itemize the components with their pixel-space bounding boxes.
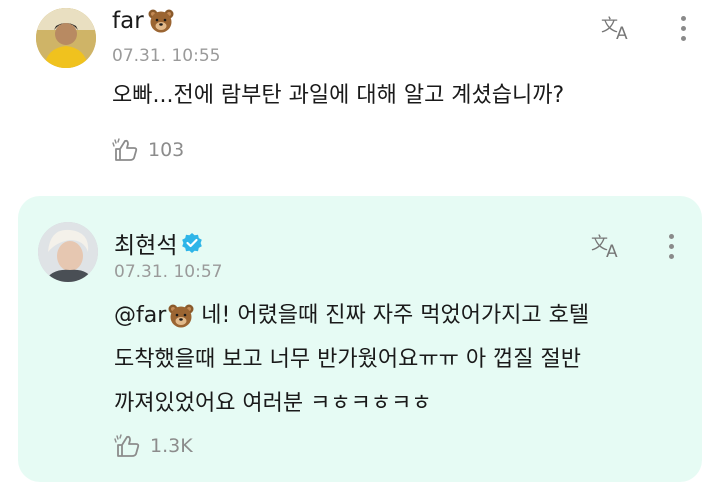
timestamp: 07.31. 10:57 — [114, 262, 223, 282]
more-options-button[interactable] — [664, 230, 678, 264]
like-icon — [112, 138, 138, 161]
like-icon — [114, 434, 140, 457]
more-options-button[interactable] — [676, 12, 690, 46]
reply-text-line: @far 네! 어렸을때 진짜 자주 먹었어가지고 호텔 — [114, 294, 589, 338]
like-button[interactable]: 103 — [112, 138, 184, 162]
reply-text-line: 도착했을때 보고 너무 반가웠어요ㅠㅠ 아 껍질 절반 — [114, 347, 582, 372]
like-count: 103 — [148, 139, 185, 161]
like-button[interactable]: 1.3K — [114, 434, 193, 458]
mention-link[interactable]: @far — [114, 294, 166, 338]
timestamp: 07.31. 10:55 — [112, 46, 221, 66]
author-name[interactable]: far — [112, 8, 174, 34]
like-count: 1.3K — [150, 435, 193, 457]
translate-icon: 文 A — [591, 234, 618, 262]
author-name[interactable]: 최현석 — [114, 226, 203, 260]
translate-button[interactable]: 文 A — [600, 12, 634, 44]
svg-text:A: A — [616, 24, 628, 42]
svg-text:A: A — [606, 242, 618, 260]
bear-face-icon — [168, 304, 194, 328]
reply-text: @far 네! 어렸을때 진짜 자주 먹었어가지고 호텔 도착했을때 보고 너무… — [114, 294, 589, 426]
avatar[interactable] — [36, 8, 96, 68]
translate-icon: 文 A — [601, 16, 628, 44]
more-vertical-icon — [664, 230, 678, 259]
more-vertical-icon — [676, 12, 690, 41]
translate-button[interactable]: 文 A — [590, 230, 624, 262]
comment-text: 오빠...전에 람부탄 과일에 대해 알고 계셨습니까? — [112, 83, 565, 108]
avatar[interactable] — [38, 222, 98, 282]
comment-card: far 07.31. 10:55 오빠...전에 람부탄 과일에 대해 알고 계… — [0, 0, 720, 190]
bear-face-icon — [148, 9, 174, 33]
reply-text-line: 까져있었어요 여러분 ㅋㅎㅋㅎㅋㅎ — [114, 391, 432, 416]
reply-card: 최현석 07.31. 10:57 @far 네! 어렸을때 진짜 자주 먹었어가… — [18, 196, 702, 482]
verified-badge-icon — [182, 233, 203, 253]
